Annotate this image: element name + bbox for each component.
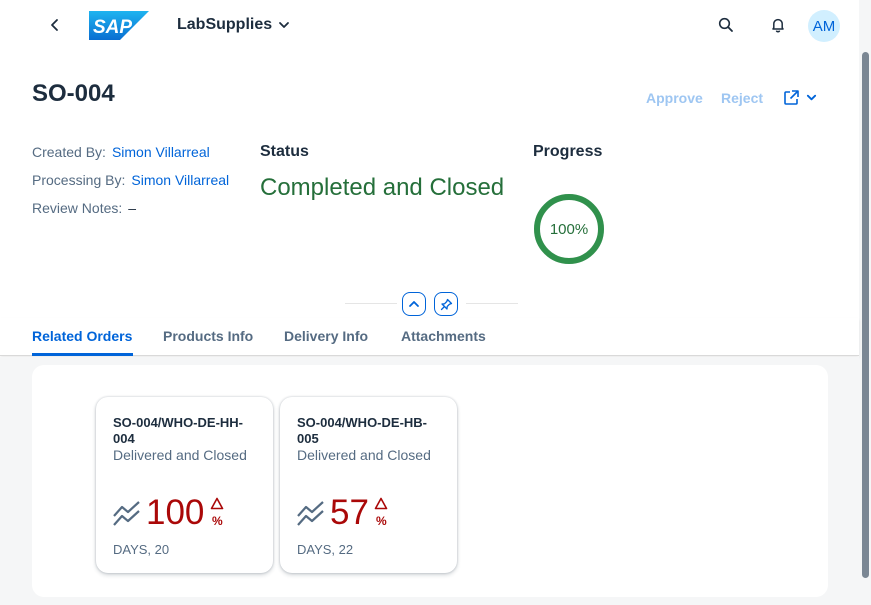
shell-bar: SAP LabSupplies AM [0, 0, 859, 52]
card-title: SO-004/WHO-DE-HH-004 [113, 415, 244, 446]
status-value: Completed and Closed [260, 174, 505, 201]
tab-bar: Related Orders Products Info Delivery In… [0, 318, 859, 356]
svg-text:SAP: SAP [93, 17, 132, 38]
tab-delivery-info[interactable]: Delivery Info [284, 328, 368, 344]
processing-by-row: Processing By: Simon Villarreal [32, 172, 229, 188]
order-card[interactable]: SO-004/WHO-DE-HH-004 Delivered and Close… [96, 397, 273, 573]
created-by-link[interactable]: Simon Villarreal [112, 144, 210, 160]
trend-icon [297, 501, 324, 526]
app-title-menu[interactable]: LabSupplies [177, 16, 290, 34]
pin-header-button[interactable] [434, 292, 458, 316]
search-icon [718, 17, 733, 32]
created-by-label: Created By: [32, 144, 106, 160]
card-title: SO-004/WHO-DE-HB-005 [297, 415, 428, 446]
kpi-value: 100 [146, 493, 205, 532]
approve-button[interactable]: Approve [646, 90, 703, 106]
pin-icon [440, 298, 452, 310]
trend-up-icon [210, 497, 224, 510]
share-icon [784, 89, 799, 105]
header-divider-right [466, 303, 518, 304]
app-title: LabSupplies [177, 16, 273, 33]
back-button[interactable] [42, 12, 68, 38]
trend-up-icon [374, 497, 388, 510]
chevron-up-icon [409, 301, 419, 307]
tab-attachments[interactable]: Attachments [401, 328, 486, 344]
card-footer: DAYS, 22 [297, 542, 354, 557]
header-divider-left [345, 303, 397, 304]
created-by-row: Created By: Simon Villarreal [32, 144, 210, 160]
trend-icon [113, 501, 140, 526]
order-card[interactable]: SO-004/WHO-DE-HB-005 Delivered and Close… [280, 397, 457, 573]
review-notes-row: Review Notes: – [32, 200, 136, 216]
card-subtitle: Delivered and Closed [113, 447, 247, 463]
page-title: SO-004 [32, 80, 115, 107]
user-avatar[interactable]: AM [808, 10, 840, 42]
processing-by-link[interactable]: Simon Villarreal [131, 172, 229, 188]
collapse-header-button[interactable] [402, 292, 426, 316]
page-scrollbar[interactable] [859, 0, 871, 605]
card-footer: DAYS, 20 [113, 542, 170, 557]
kpi-unit: % [212, 514, 223, 528]
review-notes-value: – [128, 200, 137, 216]
chevron-left-icon [51, 19, 58, 31]
scrollbar-thumb[interactable] [862, 52, 869, 578]
chevron-down-icon [806, 94, 817, 100]
status-label: Status [260, 143, 309, 160]
progress-label: Progress [533, 143, 603, 160]
card-subtitle: Delivered and Closed [297, 447, 431, 463]
reject-button[interactable]: Reject [721, 90, 763, 106]
kpi-unit: % [376, 514, 387, 528]
tab-related-orders[interactable]: Related Orders [32, 328, 132, 344]
kpi-value: 57 [330, 493, 369, 532]
share-menu-button[interactable] [783, 86, 823, 108]
notifications-button[interactable] [765, 12, 791, 38]
tab-products-info[interactable]: Products Info [163, 328, 253, 344]
sap-logo[interactable]: SAP [89, 11, 149, 40]
search-button[interactable] [713, 12, 739, 38]
active-tab-indicator [32, 353, 133, 356]
review-notes-label: Review Notes: [32, 200, 123, 216]
chevron-down-icon [279, 22, 290, 28]
progress-value: 100% [549, 220, 589, 238]
processing-by-label: Processing By: [32, 172, 126, 188]
bell-icon [772, 18, 784, 33]
